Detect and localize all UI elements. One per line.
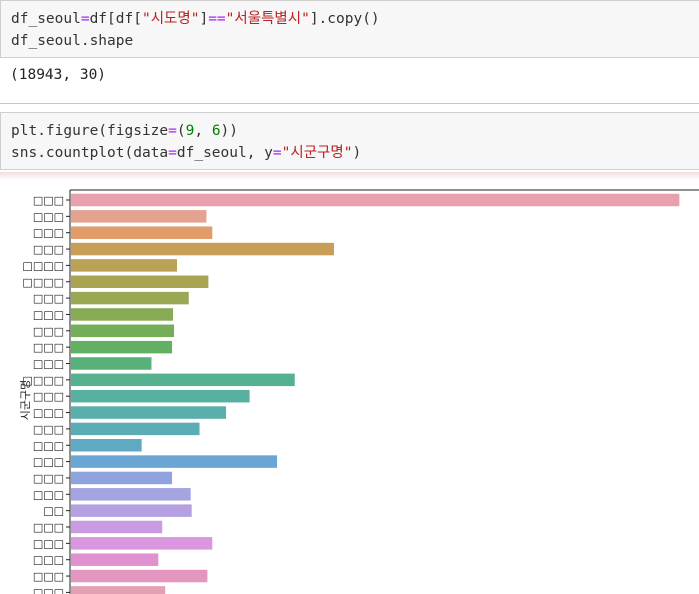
y-tick-label: □□□ — [33, 570, 64, 583]
chart-output: □□□ □□□ □□□ □□□ □□□□ □□□□ □□□ □□□ □□□ □□□ □□□ □□□□ □… — [0, 172, 699, 594]
countplot-chart: □□□□□□□□□□□□□□□□□□□□□□□□□□□□□□□□□□□□□□□□… — [19, 189, 699, 594]
bar — [71, 488, 191, 501]
y-tick-label: □□□□ — [22, 276, 64, 289]
y-tick-label: □□□□ — [22, 259, 64, 272]
y-tick-label: □□□ — [33, 358, 64, 371]
bar — [71, 422, 200, 436]
bar — [71, 275, 209, 288]
code-token: == — [208, 11, 226, 27]
bar — [71, 357, 152, 370]
bar — [71, 455, 278, 468]
code-token: sns.countplot(data — [11, 145, 169, 161]
bar — [71, 406, 227, 419]
y-tick-label: □□□ — [33, 586, 64, 594]
code-token: "시도명" — [141, 11, 200, 27]
bar — [71, 586, 166, 594]
code-token: plt.figure(figsize — [11, 123, 169, 139]
code-token: )) — [220, 123, 239, 139]
y-tick-label: □□□ — [33, 472, 64, 485]
bar — [71, 340, 173, 354]
bar — [71, 324, 175, 338]
code-token: "시군구명" — [281, 145, 353, 161]
bar — [71, 520, 163, 534]
bar — [71, 373, 295, 387]
bar — [71, 193, 680, 207]
code-token: df_seoul.shape — [11, 33, 134, 49]
y-tick-label: □□□ — [33, 243, 64, 256]
code-token: ( — [176, 123, 186, 139]
y-tick-label: □□□ — [33, 194, 64, 207]
y-tick-label: □□□ — [33, 537, 64, 550]
code-token: 6 — [211, 123, 221, 139]
code-token: df[df[ — [89, 11, 142, 27]
bar — [71, 210, 207, 223]
code-token: ].copy() — [309, 11, 380, 27]
y-tick-label: □□□ — [33, 407, 64, 420]
code-token: = — [80, 11, 90, 27]
bar — [71, 537, 213, 550]
bar — [71, 259, 177, 272]
bar — [71, 226, 213, 239]
y-tick-label: □□□ — [33, 292, 64, 305]
y-tick-label: □□□ — [33, 439, 64, 452]
y-tick-label: □□□ — [33, 521, 64, 534]
code-token: ) — [352, 145, 362, 161]
y-tick-label: □□□ — [33, 210, 64, 223]
code-token: = — [168, 145, 177, 161]
bar — [71, 471, 173, 485]
code-token: df_seoul — [11, 11, 81, 27]
code-cell-2[interactable]: plt.figure(figsize=(9, 6)) sns.countplot… — [0, 112, 699, 170]
bar — [71, 553, 159, 566]
code-line: sns.countplot(data=df_seoul, y="시군구명") — [11, 142, 689, 164]
bar — [71, 569, 208, 583]
code-token: = — [168, 123, 177, 139]
y-tick-label: □□□ — [33, 227, 64, 240]
y-tick-label: □□□ — [33, 554, 64, 567]
y-tick-label: □□□ — [33, 456, 64, 469]
y-tick-label: □□□ — [33, 488, 64, 501]
code-token: "서울특별시" — [225, 11, 310, 27]
code-line: plt.figure(figsize=(9, 6)) — [11, 120, 689, 142]
y-tick-label: □□□ — [33, 390, 64, 403]
code-line: df_seoul.shape — [11, 30, 689, 52]
output-scroll-shadow — [0, 172, 699, 180]
y-tick-label: □□ — [43, 505, 64, 518]
y-tick-label: □□□ — [33, 325, 64, 338]
bar — [71, 242, 334, 256]
y-axis-label: 시군구명 — [19, 380, 32, 420]
bar — [71, 504, 192, 517]
code-token: = — [272, 145, 282, 161]
y-tick-label: □□□ — [33, 308, 64, 321]
cell-divider — [0, 103, 699, 104]
bar — [71, 389, 250, 403]
code-token: , — [194, 123, 212, 139]
code-line: df_seoul=df[df["시도명"]=="서울특별시"].copy() — [11, 8, 689, 30]
bar — [71, 439, 142, 452]
y-tick-label: □□□ — [33, 423, 64, 436]
bar — [71, 291, 189, 305]
cell-output: (18943, 30) — [10, 67, 107, 83]
code-cell-1[interactable]: df_seoul=df[df["시도명"]=="서울특별시"].copy() d… — [0, 0, 699, 58]
code-token: df_seoul, y — [176, 145, 273, 161]
y-tick-label: □□□ — [33, 341, 64, 354]
bar — [71, 308, 174, 321]
code-token: ] — [199, 11, 209, 27]
